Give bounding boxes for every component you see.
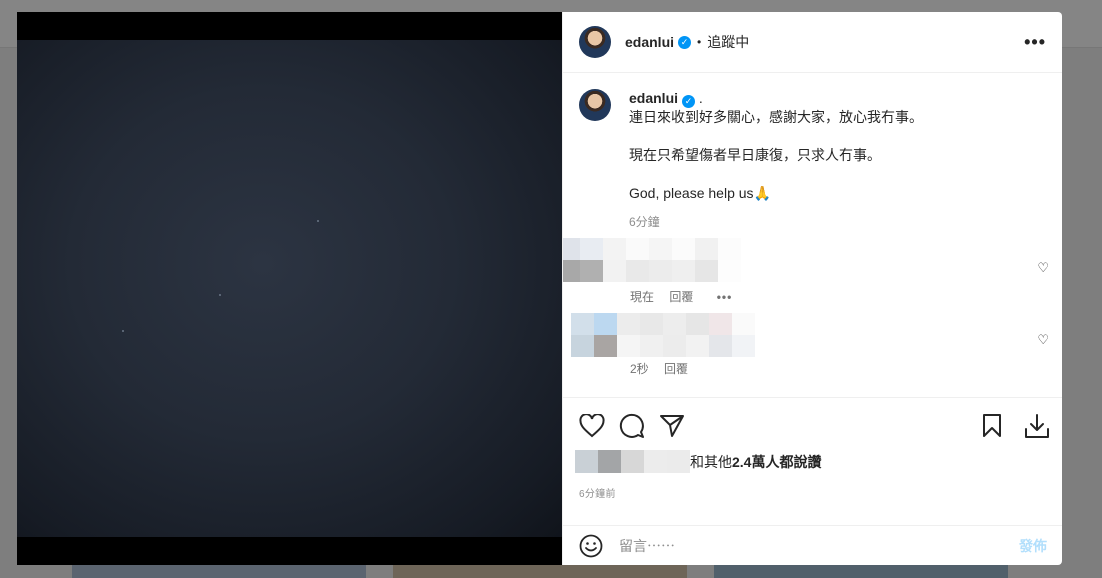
caption-suffix: . bbox=[698, 90, 703, 106]
post-media bbox=[17, 12, 562, 565]
blurred-comment-content bbox=[563, 238, 741, 282]
post-modal: edanlui ✓ • 追蹤中 ••• edanlui ✓ . 連日來收到好多關心… bbox=[17, 12, 1062, 565]
post-comment-button[interactable]: 發佈 bbox=[1019, 536, 1047, 556]
post-image[interactable] bbox=[17, 40, 562, 537]
comment-meta: 2秒 回覆 bbox=[630, 360, 700, 377]
separator-dot: • bbox=[697, 35, 702, 49]
caption-header: edanlui ✓ . bbox=[629, 89, 923, 108]
post-time-ago: 6分鐘前 bbox=[579, 489, 616, 500]
following-status-button[interactable]: 追蹤中 bbox=[707, 32, 749, 52]
image-speck bbox=[122, 330, 124, 332]
likes-suffix: 萬人都說讚 bbox=[751, 453, 822, 470]
post-username[interactable]: edanlui bbox=[625, 34, 674, 50]
more-options-icon[interactable]: ••• bbox=[1024, 32, 1046, 53]
post-side-panel: edanlui ✓ • 追蹤中 ••• edanlui ✓ . 連日來收到好多關心… bbox=[562, 12, 1062, 565]
caption-avatar[interactable] bbox=[579, 89, 611, 121]
comments-section[interactable]: edanlui ✓ . 連日來收到好多關心，感謝大家，放心我冇事。 現在只希望傷者… bbox=[563, 73, 1062, 397]
image-speck bbox=[317, 220, 319, 222]
reply-button[interactable]: 回覆 bbox=[664, 362, 688, 376]
likes-prefix: 和其他 bbox=[690, 453, 732, 470]
likes-summary[interactable]: 和其他 2.4 萬人都說讚 bbox=[575, 450, 821, 473]
share-send-icon[interactable] bbox=[659, 413, 685, 439]
blurred-liker-names bbox=[575, 450, 690, 473]
dimmed-grid-thumbnail bbox=[393, 564, 687, 578]
blurred-comment-content bbox=[571, 313, 755, 357]
add-comment-bar: 發佈 bbox=[563, 525, 1062, 565]
comment-time: 2秒 bbox=[630, 362, 649, 376]
caption: edanlui ✓ . 連日來收到好多關心，感謝大家，放心我冇事。 現在只希望傷者… bbox=[563, 73, 1062, 232]
comment-time: 現在 bbox=[630, 290, 655, 304]
avatar[interactable] bbox=[579, 26, 611, 58]
reply-button[interactable]: 回覆 bbox=[669, 290, 693, 304]
comment-item: 2秒 回覆 ♡ bbox=[563, 313, 1062, 388]
action-icon-row bbox=[579, 412, 1051, 440]
caption-username[interactable]: edanlui bbox=[629, 90, 678, 106]
save-bookmark-icon[interactable] bbox=[981, 413, 1003, 439]
image-speck bbox=[219, 294, 221, 296]
caption-time: 6分鐘 bbox=[629, 215, 660, 229]
verified-badge-icon: ✓ bbox=[678, 35, 692, 49]
post-header: edanlui ✓ • 追蹤中 ••• bbox=[563, 12, 1062, 73]
download-icon[interactable] bbox=[1023, 412, 1051, 440]
comment-meta: 現在 回覆 ••• bbox=[630, 288, 744, 305]
caption-body: edanlui ✓ . 連日來收到好多關心，感謝大家，放心我冇事。 現在只希望傷者… bbox=[629, 89, 923, 232]
post-actions: 和其他 2.4 萬人都說讚 6分鐘前 bbox=[563, 397, 1062, 525]
verified-badge-icon: ✓ bbox=[682, 95, 696, 108]
comment-input[interactable] bbox=[619, 537, 999, 554]
caption-text: 連日來收到好多關心，感謝大家，放心我冇事。 現在只希望傷者早日康復，只求人冇事。… bbox=[629, 109, 923, 201]
dimmed-grid-thumbnail bbox=[714, 564, 1008, 578]
likes-count: 2.4 bbox=[732, 453, 752, 470]
like-heart-icon[interactable] bbox=[579, 414, 605, 438]
dimmed-grid-thumbnail bbox=[72, 564, 366, 578]
comment-bubble-icon[interactable] bbox=[619, 413, 645, 439]
comment-like-heart-icon[interactable]: ♡ bbox=[1037, 332, 1049, 348]
comment-like-heart-icon[interactable]: ♡ bbox=[1037, 260, 1049, 276]
emoji-icon[interactable] bbox=[579, 534, 603, 558]
comment-more-icon[interactable]: ••• bbox=[717, 290, 733, 304]
comment-item: 現在 回覆 ••• ♡ bbox=[563, 238, 1062, 313]
